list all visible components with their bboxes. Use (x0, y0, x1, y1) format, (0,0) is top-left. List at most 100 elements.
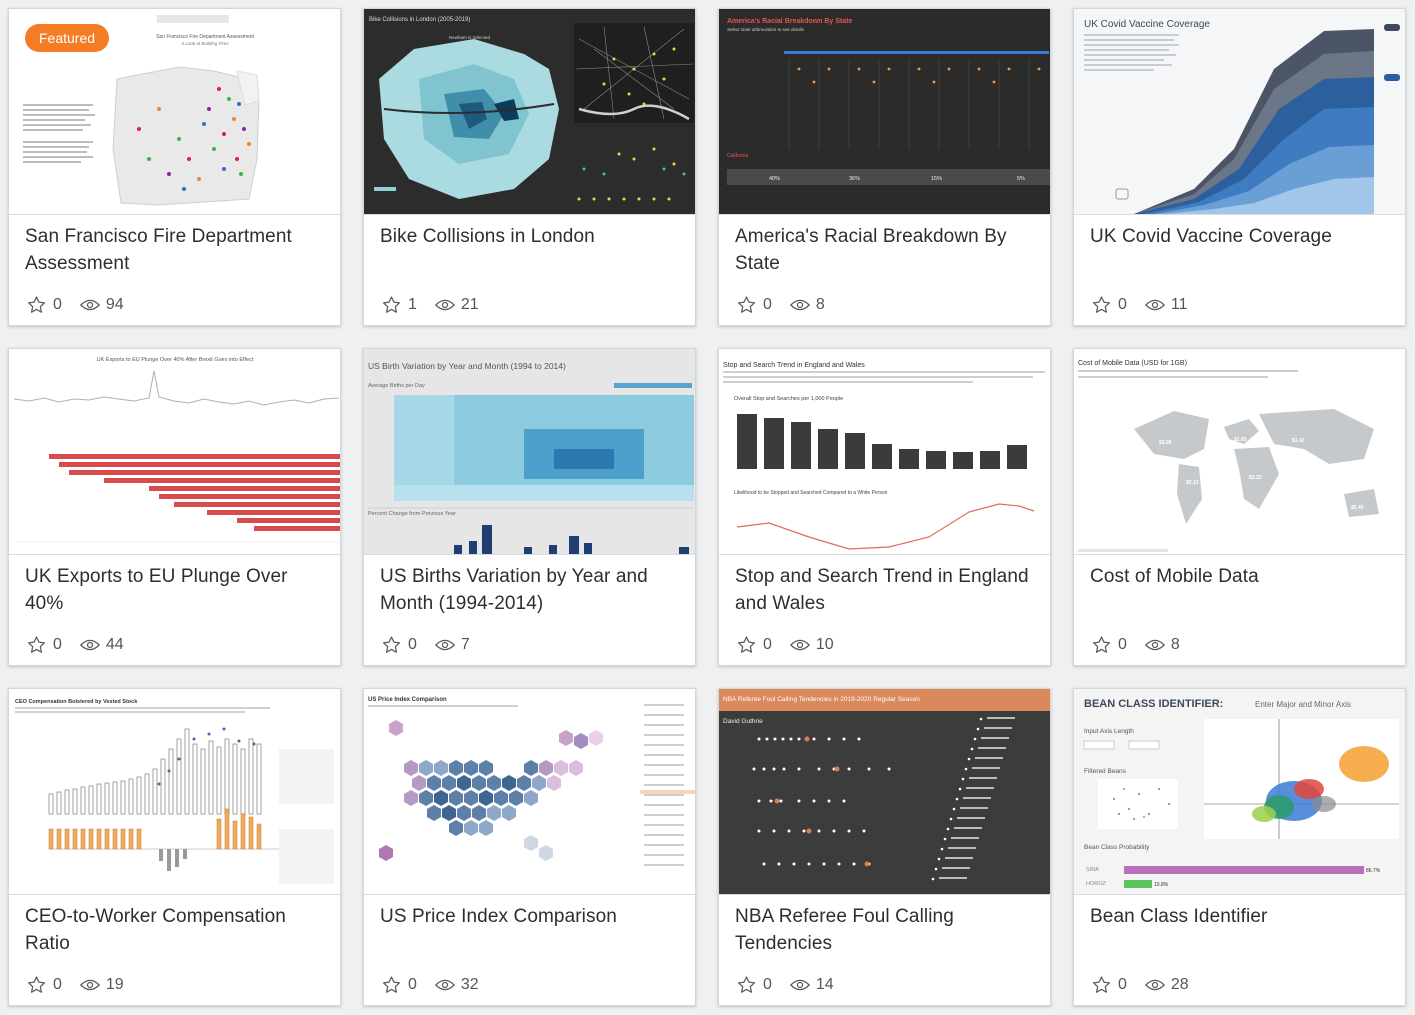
viz-stats: 0 11 (1091, 295, 1206, 315)
view-count: 10 (815, 636, 834, 653)
thumb-label: California (727, 153, 748, 159)
viz-thumbnail[interactable]: Cost of Mobile Data (USD for 1GB) $3.00 … (1074, 349, 1405, 555)
view-stat: 14 (789, 976, 834, 994)
viz-card[interactable]: Stop and Search Trend in England and Wal… (718, 348, 1051, 666)
viz-title[interactable]: Bike Collisions in London (380, 223, 679, 250)
viz-title[interactable]: Stop and Search Trend in England and Wal… (735, 563, 1034, 617)
favorite-button[interactable]: 0 (26, 295, 62, 315)
view-stat: 28 (1144, 976, 1189, 994)
star-icon (27, 636, 46, 653)
viz-title[interactable]: US Births Variation by Year and Month (1… (380, 563, 679, 617)
view-count: 19 (105, 976, 124, 993)
eye-icon (789, 299, 810, 311)
eye-icon (79, 299, 100, 311)
favorite-button[interactable]: 0 (736, 635, 772, 655)
viz-thumbnail[interactable]: BEAN CLASS IDENTIFIER: Enter Major and M… (1074, 689, 1405, 895)
viz-thumbnail[interactable]: UK Exports to EU Plunge Over 40% After B… (9, 349, 340, 555)
favorite-button[interactable]: 0 (1091, 295, 1127, 315)
favorite-button[interactable]: 0 (1091, 635, 1127, 655)
view-stat: 19 (79, 976, 124, 994)
star-count: 0 (408, 636, 417, 653)
viz-title[interactable]: NBA Referee Foul Calling Tendencies (735, 903, 1034, 957)
view-stat: 10 (789, 636, 834, 654)
eye-icon (789, 639, 810, 651)
favorite-button[interactable]: 0 (381, 975, 417, 995)
star-count: 0 (53, 976, 62, 993)
viz-thumbnail[interactable]: UK Covid Vaccine Coverage (1074, 9, 1405, 215)
viz-thumbnail[interactable]: Stop and Search Trend in England and Wal… (719, 349, 1050, 555)
viz-title[interactable]: UK Exports to EU Plunge Over 40% (25, 563, 324, 617)
viz-title[interactable]: Bean Class Identifier (1090, 903, 1389, 930)
view-count: 44 (105, 636, 124, 653)
thumb-title: Stop and Search Trend in England and Wal… (723, 362, 865, 369)
viz-thumbnail[interactable]: US Price Index Comparison (364, 689, 695, 895)
viz-thumbnail[interactable]: US Birth Variation by Year and Month (19… (364, 349, 695, 555)
favorite-button[interactable]: 0 (26, 975, 62, 995)
viz-card[interactable]: US Birth Variation by Year and Month (19… (363, 348, 696, 666)
viz-title[interactable]: Cost of Mobile Data (1090, 563, 1389, 590)
thumb-label: Filtered Beans (1084, 768, 1127, 775)
viz-card[interactable]: US Price Index Comparison US Price Index… (363, 688, 696, 1006)
view-count: 11 (1170, 296, 1188, 313)
viz-stats: 0 19 (26, 975, 142, 995)
viz-card[interactable]: UK Covid Vaccine Coverage UK Covid Vacci… (1073, 8, 1406, 326)
viz-thumbnail[interactable]: CEO Compensation Bolstered by Vested Sto… (9, 689, 340, 895)
viz-card[interactable]: CEO Compensation Bolstered by Vested Sto… (8, 688, 341, 1006)
viz-card[interactable]: UK Exports to EU Plunge Over 40% After B… (8, 348, 341, 666)
viz-thumbnail[interactable]: America's Racial Breakdown By State Sele… (719, 9, 1050, 215)
viz-card[interactable]: Bike Collisions in London (2005-2019) Ne… (363, 8, 696, 326)
star-icon (382, 976, 401, 993)
eye-icon (434, 639, 455, 651)
thumb-value: $2.13 (1186, 480, 1199, 486)
viz-card[interactable]: America's Racial Breakdown By State Sele… (718, 8, 1051, 326)
viz-card[interactable]: Cost of Mobile Data (USD for 1GB) $3.00 … (1073, 348, 1406, 666)
star-count: 0 (408, 976, 417, 993)
favorite-button[interactable]: 0 (736, 975, 772, 995)
viz-stats: 0 7 (381, 635, 488, 655)
view-count: 94 (105, 296, 124, 313)
star-count: 0 (53, 296, 62, 313)
viz-thumbnail[interactable]: NBA Referee Foul Calling Tendencies in 2… (719, 689, 1050, 895)
viz-stats: 0 8 (1091, 635, 1198, 655)
view-stat: 94 (79, 296, 124, 314)
favorite-button[interactable]: 0 (1091, 975, 1127, 995)
favorite-button[interactable]: 0 (736, 295, 772, 315)
star-icon (737, 296, 756, 313)
favorite-button[interactable]: 0 (26, 635, 62, 655)
viz-card[interactable]: NBA Referee Foul Calling Tendencies in 2… (718, 688, 1051, 1006)
viz-title[interactable]: US Price Index Comparison (380, 903, 679, 930)
view-stat: 8 (1144, 636, 1180, 654)
favorite-button[interactable]: 1 (381, 295, 417, 315)
thumb-title: Bike Collisions in London (2005-2019) (369, 17, 470, 23)
viz-card[interactable]: San Francisco Fire Department Assessment… (8, 8, 341, 326)
thumb-value: 86.7% (1366, 868, 1381, 874)
viz-title[interactable]: America's Racial Breakdown By State (735, 223, 1034, 277)
thumb-title: San Francisco Fire Department Assessment (156, 34, 254, 40)
viz-thumbnail[interactable]: San Francisco Fire Department Assessment… (9, 9, 340, 215)
star-icon (737, 976, 756, 993)
star-icon (737, 636, 756, 653)
eye-icon (1144, 979, 1165, 991)
view-count: 8 (815, 296, 825, 313)
viz-title[interactable]: UK Covid Vaccine Coverage (1090, 223, 1389, 250)
thumb-value: 5% (1017, 176, 1025, 182)
star-icon (1092, 976, 1111, 993)
thumb-subtitle: Newham is Selected (449, 35, 491, 40)
thumb-value: $5.40 (1351, 505, 1364, 511)
viz-thumbnail[interactable]: Bike Collisions in London (2005-2019) Ne… (364, 9, 695, 215)
thumb-value: $3.00 (1159, 440, 1172, 446)
viz-title[interactable]: San Francisco Fire Department Assessment (25, 223, 324, 277)
thumb-title: BEAN CLASS IDENTIFIER: (1084, 698, 1223, 710)
thumb-label: Input Axis Length (1084, 728, 1134, 735)
thumb-subtitle: A Look at Building Fires (180, 41, 229, 46)
star-count: 0 (1118, 976, 1127, 993)
viz-title[interactable]: CEO-to-Worker Compensation Ratio (25, 903, 324, 957)
viz-stats: 1 21 (381, 295, 497, 315)
view-stat: 11 (1144, 296, 1188, 314)
viz-stats: 0 94 (26, 295, 142, 315)
thumb-title: UK Covid Vaccine Coverage (1084, 19, 1210, 30)
favorite-button[interactable]: 0 (381, 635, 417, 655)
view-count: 28 (1170, 976, 1189, 993)
viz-stats: 0 14 (736, 975, 852, 995)
viz-card[interactable]: BEAN CLASS IDENTIFIER: Enter Major and M… (1073, 688, 1406, 1006)
